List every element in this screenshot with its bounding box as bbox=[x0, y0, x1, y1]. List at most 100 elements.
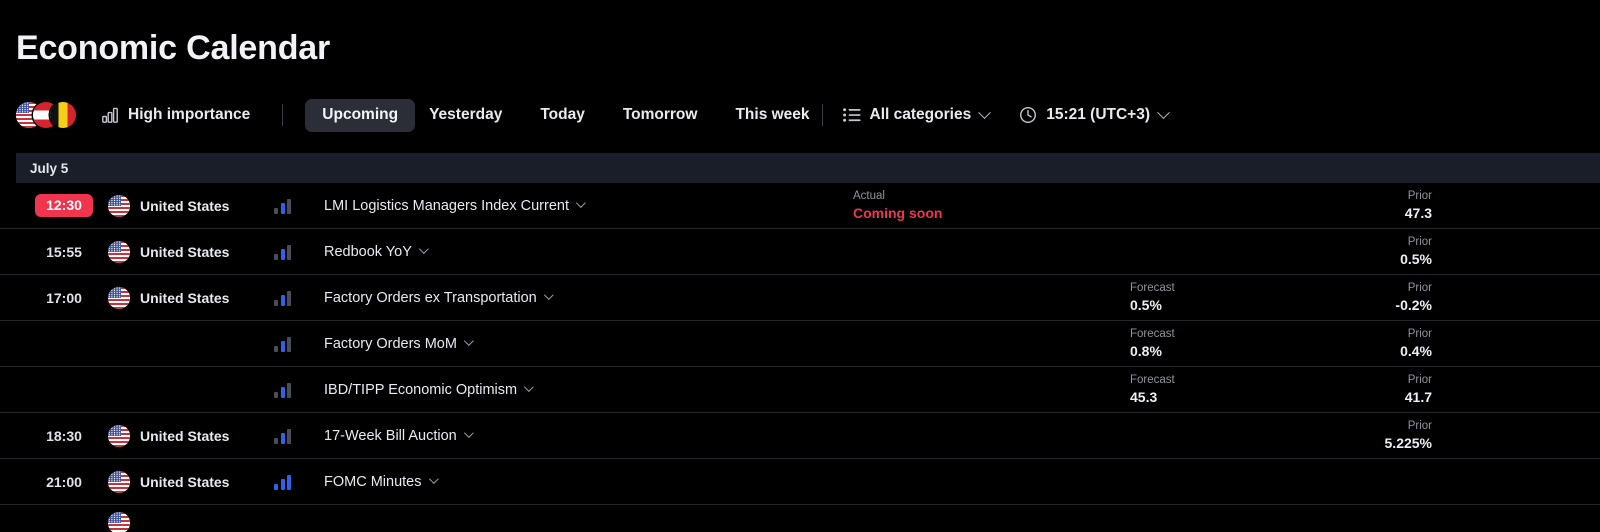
events-table: 12:30 United States LMI Logistics Managers… bbox=[0, 183, 1600, 532]
actual-value: Coming soon bbox=[853, 205, 943, 221]
flag-us-icon bbox=[108, 424, 130, 447]
flag-us-icon bbox=[108, 286, 130, 309]
table-row[interactable]: 12:30 United States LMI Logistics Managers… bbox=[0, 183, 1600, 229]
prior-value: 0.4% bbox=[1400, 343, 1432, 359]
chevron-down-icon bbox=[524, 382, 534, 392]
event-country-label: United States bbox=[140, 289, 230, 306]
tab-tomorrow[interactable]: Tomorrow bbox=[623, 106, 698, 124]
prior-value: 0.5% bbox=[1400, 251, 1432, 267]
event-actual: Actual Coming soon bbox=[853, 190, 942, 221]
table-row[interactable]: 18:30 United States 17-Week Bill Auction Pr… bbox=[0, 413, 1600, 459]
forecast-value: 0.5% bbox=[1130, 297, 1162, 313]
event-time-badge: 12:30 bbox=[35, 194, 93, 217]
event-time-label: 21:00 bbox=[46, 473, 82, 490]
event-name[interactable]: 17-Week Bill Auction bbox=[324, 427, 474, 444]
importance-indicator-icon bbox=[274, 474, 300, 490]
event-prior: Prior 0.5% bbox=[1300, 236, 1432, 267]
event-name[interactable]: IBD/TIPP Economic Optimism bbox=[324, 382, 534, 398]
prior-label: Prior bbox=[1407, 190, 1432, 202]
table-row[interactable]: 17:00 United States Factory Orders ex Tran… bbox=[0, 275, 1600, 321]
actual-label: Actual bbox=[853, 190, 885, 202]
chevron-down-icon bbox=[1157, 105, 1170, 119]
timezone-label: 15:21 (UTC+3) bbox=[1046, 106, 1151, 123]
event-name-label: Factory Orders ex Transportation bbox=[324, 289, 537, 306]
prior-value: 47.3 bbox=[1404, 205, 1432, 221]
event-country-label: United States bbox=[140, 473, 230, 490]
country-filter-flags[interactable] bbox=[16, 101, 76, 129]
importance-filter-button[interactable]: High importance bbox=[102, 100, 250, 130]
categories-dropdown[interactable]: All categories bbox=[842, 100, 992, 130]
table-row[interactable]: IBD/TIPP Economic Optimism Forecast 45.3 Pr… bbox=[0, 367, 1600, 413]
event-name-label: Redbook YoY bbox=[324, 243, 412, 260]
forecast-value: 45.3 bbox=[1130, 389, 1158, 405]
prior-label: Prior bbox=[1407, 374, 1432, 386]
date-group-header: July 5 bbox=[16, 153, 1600, 183]
chevron-down-icon bbox=[463, 336, 474, 346]
toolbar-divider-1 bbox=[282, 104, 284, 126]
flag-us-icon bbox=[108, 240, 130, 263]
forecast-label: Forecast bbox=[1130, 374, 1175, 386]
table-row[interactable]: 21:00 United States FOMC Minutes bbox=[0, 459, 1600, 505]
forecast-label: Forecast bbox=[1130, 282, 1175, 294]
chevron-down-icon bbox=[428, 474, 439, 484]
event-country: United States bbox=[108, 470, 230, 493]
table-row[interactable]: Factory Orders MoM Forecast 0.8% Prior 0.4% bbox=[0, 321, 1600, 367]
prior-value: -0.2% bbox=[1395, 297, 1432, 313]
tab-upcoming[interactable]: Upcoming bbox=[305, 98, 416, 132]
event-forecast: Forecast 0.5% bbox=[1130, 282, 1175, 313]
importance-indicator-icon bbox=[274, 382, 300, 398]
event-name[interactable]: Factory Orders ex Transportation bbox=[324, 289, 554, 306]
prior-label: Prior bbox=[1407, 282, 1432, 294]
event-name[interactable]: LMI Logistics Managers Index Current bbox=[324, 197, 586, 214]
event-country: United States bbox=[108, 240, 230, 263]
prior-label: Prior bbox=[1407, 236, 1432, 248]
event-country-label: United States bbox=[140, 243, 230, 260]
event-forecast: Forecast 45.3 bbox=[1130, 374, 1175, 405]
event-name[interactable]: Redbook YoY bbox=[324, 243, 429, 260]
event-time: 18:30 bbox=[16, 428, 112, 444]
tab-this-week[interactable]: This week bbox=[735, 106, 809, 124]
event-time: 15:55 bbox=[16, 244, 112, 260]
toolbar-divider-2 bbox=[821, 104, 823, 126]
tab-today[interactable]: Today bbox=[540, 106, 585, 124]
event-prior: Prior 41.7 bbox=[1300, 374, 1432, 405]
importance-indicator-icon bbox=[274, 290, 300, 306]
event-country-label: United States bbox=[140, 427, 230, 444]
chevron-down-icon bbox=[543, 290, 554, 300]
clock-icon bbox=[1020, 106, 1037, 124]
event-name[interactable]: Factory Orders MoM bbox=[324, 336, 474, 352]
forecast-value: 0.8% bbox=[1130, 343, 1162, 359]
event-name[interactable]: FOMC Minutes bbox=[324, 473, 439, 490]
event-prior: Prior -0.2% bbox=[1300, 282, 1432, 313]
bar-chart-outline-icon bbox=[102, 107, 118, 123]
flag-us-icon bbox=[108, 470, 130, 493]
prior-label: Prior bbox=[1407, 420, 1432, 432]
chevron-down-icon bbox=[418, 244, 429, 254]
event-name-label: FOMC Minutes bbox=[324, 473, 422, 490]
event-time: 21:00 bbox=[16, 474, 112, 490]
flag-belgium-icon bbox=[50, 102, 76, 128]
event-time-label: 17:00 bbox=[46, 289, 82, 306]
event-time-label: 18:30 bbox=[46, 427, 82, 444]
table-row[interactable]: 15:55 United States Redbook YoY Prior 0.5% bbox=[0, 229, 1600, 275]
chevron-down-icon bbox=[463, 428, 474, 438]
event-name-label: 17-Week Bill Auction bbox=[324, 427, 457, 444]
importance-indicator-icon bbox=[274, 244, 300, 260]
event-prior: Prior 5.225% bbox=[1300, 420, 1432, 451]
timezone-dropdown[interactable]: 15:21 (UTC+3) bbox=[1019, 100, 1170, 130]
event-prior: Prior 47.3 bbox=[1300, 190, 1432, 221]
flag-us-icon bbox=[108, 194, 130, 217]
filter-toolbar: High importance Upcoming Yesterday Today… bbox=[0, 94, 1600, 136]
importance-indicator-icon bbox=[274, 198, 300, 214]
table-row[interactable] bbox=[0, 505, 1600, 532]
prior-value: 5.225% bbox=[1384, 435, 1432, 451]
event-country bbox=[108, 512, 130, 532]
page-title: Economic Calendar bbox=[16, 29, 331, 67]
tab-yesterday[interactable]: Yesterday bbox=[429, 106, 502, 124]
date-group-label: July 5 bbox=[30, 160, 69, 176]
event-time: 12:30 bbox=[16, 194, 112, 217]
chevron-down-icon bbox=[575, 198, 586, 208]
list-icon bbox=[842, 108, 861, 122]
event-prior: Prior 0.4% bbox=[1300, 328, 1432, 359]
event-name-label: LMI Logistics Managers Index Current bbox=[324, 197, 569, 214]
